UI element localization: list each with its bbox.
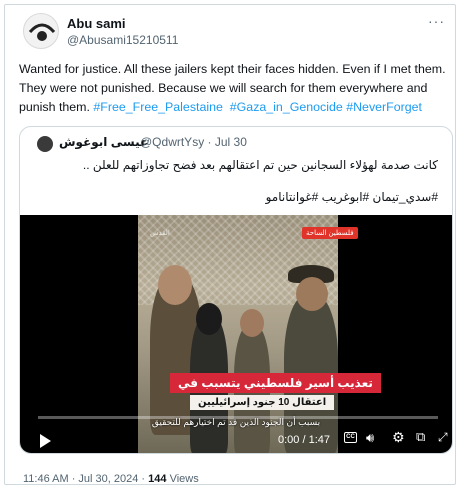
play-icon[interactable] xyxy=(40,434,51,448)
video-player[interactable]: القدس فلسطين الساحة تعذيب أسير فلسطيني ي… xyxy=(20,215,452,453)
hashtag-link[interactable]: #Gaza_in_Genocide xyxy=(230,100,343,114)
captions-icon[interactable]: CC xyxy=(344,432,357,443)
quote-author-handle[interactable]: @QdwrtYsy · Jul 30 xyxy=(140,135,247,149)
video-caption-sub: اعتقال 10 جنود إسرائيليين xyxy=(190,395,335,410)
quote-author-avatar[interactable] xyxy=(37,136,53,152)
hashtag-link[interactable]: #Free_Free_Palestaine xyxy=(93,100,223,114)
views-count: 144 xyxy=(148,473,167,485)
video-time: 0:00 / 1:47 xyxy=(278,434,330,446)
channel-badge: فلسطين الساحة xyxy=(302,227,358,239)
author-name[interactable]: Abu sami xyxy=(67,16,126,31)
volume-icon[interactable]: 🔊︎ xyxy=(366,431,374,445)
tweet-text: Wanted for justice. All these jailers ke… xyxy=(19,60,459,117)
picture-in-picture-icon[interactable]: ⧉ xyxy=(416,430,425,444)
quote-hashtags[interactable]: #سدي_تيمان #ابوغريب #غوانتانامو xyxy=(266,190,438,204)
video-caption-main: تعذيب أسير فلسطيني يتسبب في xyxy=(170,373,381,393)
hashtag-link[interactable]: #NeverForget xyxy=(346,100,422,114)
tweet-card[interactable]: Abu sami @Abusami15210511 ··· Wanted for… xyxy=(4,4,456,485)
gear-icon[interactable]: ⚙︎ xyxy=(392,430,405,444)
fullscreen-icon[interactable]: ⤢ xyxy=(438,430,448,444)
tweet-metadata: 11:46 AM · Jul 30, 2024 · 144 Views xyxy=(23,473,199,485)
tweet-timestamp[interactable]: 11:46 AM · Jul 30, 2024 · xyxy=(23,473,148,485)
video-watermark: القدس xyxy=(150,230,170,237)
author-handle[interactable]: @Abusami15210511 xyxy=(67,33,178,47)
author-avatar-image xyxy=(28,23,56,41)
video-controls: 0:00 / 1:47 CC 🔊︎ ⚙︎ ⧉ ⤢ xyxy=(20,427,452,453)
quote-text: كانت صدمة لهؤلاء السجانين حين تم اعتقاله… xyxy=(82,158,438,172)
more-horizontal-icon[interactable]: ··· xyxy=(428,13,445,29)
quoted-tweet[interactable]: عيسى ابوغوش @QdwrtYsy · Jul 30 كانت صدمة… xyxy=(19,126,453,454)
views-label: Views xyxy=(166,473,199,485)
author-avatar[interactable] xyxy=(23,13,59,49)
quote-author-name[interactable]: عيسى ابوغوش xyxy=(59,135,148,149)
